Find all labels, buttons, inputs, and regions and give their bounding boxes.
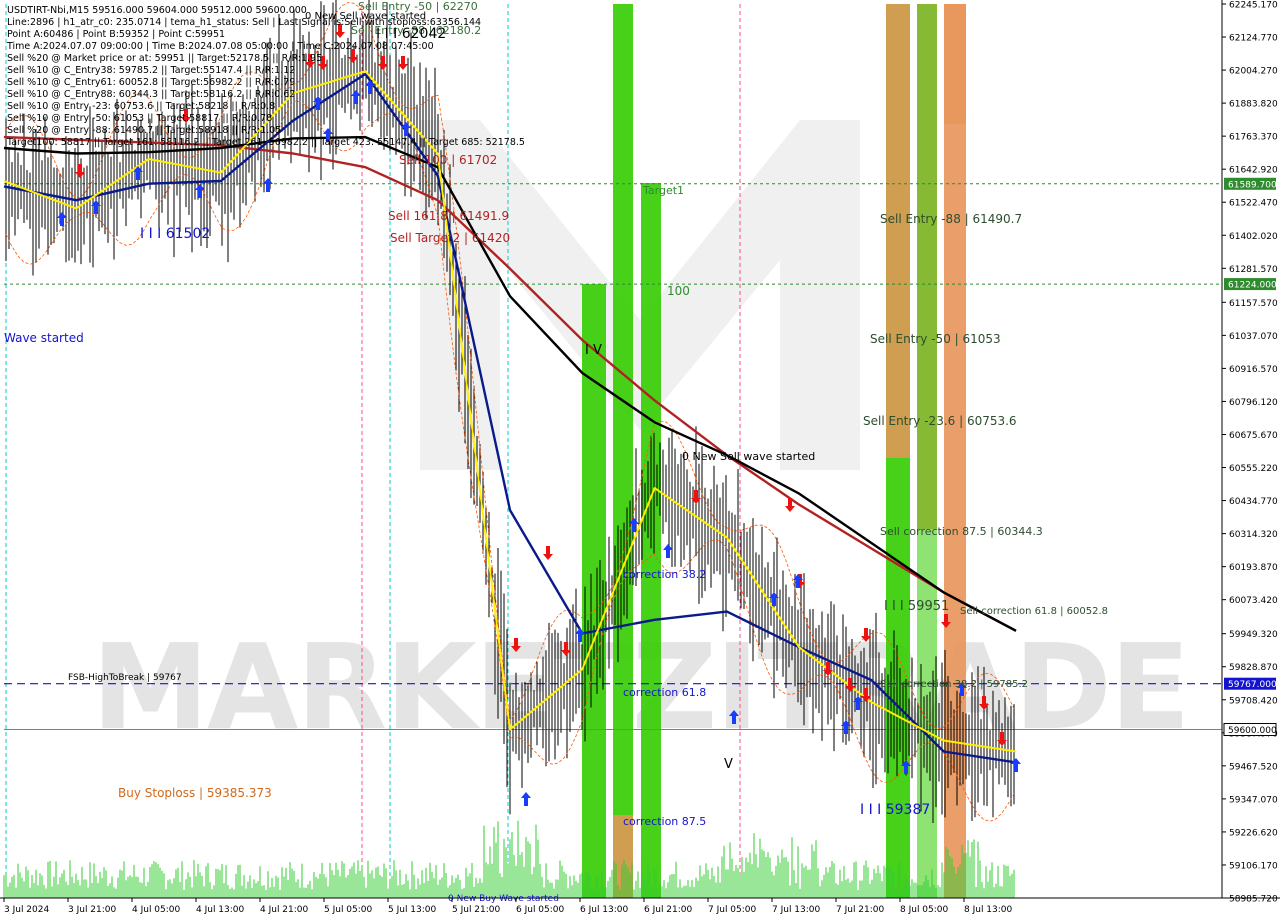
y-tick-label: 62124.770 bbox=[1229, 34, 1278, 44]
x-tick-label: 3 Jul 2024 bbox=[4, 905, 49, 915]
info-line: Target100: 58817 || Target 161: 58116.2 … bbox=[6, 137, 525, 148]
y-tick-label: 62245.170 bbox=[1229, 1, 1278, 11]
info-line: Sell %10 @ C_Entry61: 60052.8 || Target:… bbox=[7, 77, 295, 88]
y-tick-label: 61402.020 bbox=[1229, 232, 1278, 242]
chart-annotation: FSB-HighToBreak | 59767 bbox=[68, 673, 182, 683]
x-tick-label: 3 Jul 21:00 bbox=[68, 905, 117, 915]
y-tick-label: 59347.070 bbox=[1229, 795, 1278, 805]
y-tick-label: 60675.670 bbox=[1229, 431, 1278, 441]
y-tick-label: 62004.270 bbox=[1229, 67, 1278, 77]
y-tick-label: 61037.070 bbox=[1229, 332, 1278, 342]
chart-annotation: correction 61.8 bbox=[623, 686, 706, 699]
chart-annotation: Wave started bbox=[4, 331, 84, 345]
y-tick-label: 59949.320 bbox=[1229, 630, 1278, 640]
chart-annotation: Sell 100 | 61702 bbox=[399, 153, 497, 167]
x-tick-label: 5 Jul 13:00 bbox=[388, 905, 437, 915]
y-tick-label: 61281.570 bbox=[1229, 265, 1278, 275]
x-tick-label: 6 Jul 21:00 bbox=[644, 905, 693, 915]
chart-annotation: I I I 59387 bbox=[860, 802, 930, 818]
chart-annotation: I I I 61502 bbox=[140, 226, 210, 242]
chart-annotation: Sell correction 87.5 | 60344.3 bbox=[880, 525, 1043, 538]
x-tick-label: 6 Jul 13:00 bbox=[580, 905, 629, 915]
x-tick-label: 5 Jul 05:00 bbox=[324, 905, 373, 915]
chart-annotation: Sell correction 61.8 | 60052.8 bbox=[960, 606, 1108, 617]
info-line: Sell %10 @ C_Entry38: 59785.2 || Target:… bbox=[7, 65, 295, 76]
y-tick-label: 60434.770 bbox=[1229, 497, 1278, 507]
chart-annotation: correction 87.5 bbox=[623, 815, 706, 828]
info-line: Sell %20 @ Market price or at: 59951 || … bbox=[7, 53, 322, 64]
trading-chart: MARKETZITRADE 0 New Sell wave started Sel… bbox=[0, 0, 1280, 920]
chart-annotation: Sell 161.8 | 61491.9 bbox=[388, 209, 509, 223]
y-tick-label: 60314.320 bbox=[1229, 530, 1278, 540]
y-tick-label: 59708.420 bbox=[1229, 696, 1278, 706]
chart-annotation: Sell Entry -50 | 62270 bbox=[358, 0, 478, 13]
y-tick-label: 61642.920 bbox=[1229, 166, 1278, 176]
y-tick-label: 59828.870 bbox=[1229, 663, 1278, 673]
chart-annotation: Sell correction 38.2 | 59785.2 bbox=[880, 679, 1028, 690]
x-tick-label: 4 Jul 05:00 bbox=[132, 905, 181, 915]
chart-canvas: MARKETZITRADE 0 New Sell wave startedSel… bbox=[0, 0, 1280, 920]
chart-annotation: 0 New Buy Wave started bbox=[448, 894, 559, 904]
zone-bar bbox=[613, 4, 633, 898]
chart-annotation: Sell Target2 | 61420 bbox=[390, 231, 510, 245]
info-line: USDTIRT-Nbi,M15 59516.000 59604.000 5951… bbox=[7, 5, 307, 16]
y-tick-label: 59467.520 bbox=[1229, 762, 1278, 772]
x-tick-label: 8 Jul 05:00 bbox=[900, 905, 949, 915]
chart-annotation: I I I 62042 bbox=[376, 26, 446, 42]
price-tag-label: 59600.000 bbox=[1228, 726, 1277, 736]
chart-annotation: I V bbox=[585, 343, 602, 358]
y-tick-label: 61522.470 bbox=[1229, 199, 1278, 209]
chart-annotation: Buy Stoploss | 59385.373 bbox=[118, 786, 272, 800]
chart-annotation: I I I 59951 bbox=[884, 599, 949, 614]
chart-annotation: 0 New Sell wave started bbox=[682, 450, 815, 463]
info-line: Line:2896 | h1_atr_c0: 235.0714 | tema_h… bbox=[7, 17, 481, 28]
chart-annotation: 100 bbox=[667, 284, 690, 298]
price-tag-label: 59767.000 bbox=[1228, 680, 1277, 690]
x-tick-label: 7 Jul 05:00 bbox=[708, 905, 757, 915]
chart-annotation: correction 38.2 bbox=[623, 568, 706, 581]
chart-annotation: Sell Entry -50 | 61053 bbox=[870, 332, 1001, 346]
chart-annotation: V bbox=[724, 757, 733, 772]
x-tick-label: 4 Jul 13:00 bbox=[196, 905, 245, 915]
y-tick-label: 59226.620 bbox=[1229, 828, 1278, 838]
y-tick-label: 61883.820 bbox=[1229, 100, 1278, 110]
x-tick-label: 6 Jul 05:00 bbox=[516, 905, 565, 915]
zone-overlay bbox=[886, 4, 910, 458]
x-tick-label: 7 Jul 21:00 bbox=[836, 905, 885, 915]
chart-annotation: Target1 bbox=[642, 184, 684, 197]
y-tick-label: 58985.720 bbox=[1229, 895, 1278, 905]
y-tick-label: 60916.570 bbox=[1229, 365, 1278, 375]
y-tick-label: 61763.370 bbox=[1229, 133, 1278, 143]
info-line: Time A:2024.07.07 09:00:00 | Time B:2024… bbox=[6, 41, 434, 52]
y-tick-label: 60073.420 bbox=[1229, 596, 1278, 606]
info-line: Sell %20 @ Entry -88: 61490.7 || Target:… bbox=[7, 125, 281, 136]
x-tick-label: 4 Jul 21:00 bbox=[260, 905, 309, 915]
price-tag-label: 61589.700 bbox=[1228, 180, 1277, 190]
x-tick-label: 5 Jul 21:00 bbox=[452, 905, 501, 915]
x-tick-label: 7 Jul 13:00 bbox=[772, 905, 821, 915]
info-line: Sell %10 @ C_Entry88: 60344.3 || Target:… bbox=[7, 89, 295, 100]
zone-overlay bbox=[944, 4, 966, 124]
y-tick-label: 60555.220 bbox=[1229, 464, 1278, 474]
info-line: Point A:60486 | Point B:59352 | Point C:… bbox=[7, 29, 225, 40]
x-tick-label: 8 Jul 13:00 bbox=[964, 905, 1013, 915]
chart-annotation: Sell Entry -88 | 61490.7 bbox=[880, 212, 1022, 226]
info-line: Sell %10 @ Entry -23: 60753.6 || Target:… bbox=[7, 101, 275, 112]
y-tick-label: 60796.120 bbox=[1229, 398, 1278, 408]
y-tick-label: 61157.570 bbox=[1229, 299, 1278, 309]
y-tick-label: 59106.170 bbox=[1229, 861, 1278, 871]
chart-annotation: Sell Entry -23.6 | 60753.6 bbox=[863, 414, 1017, 428]
price-tag-label: 61224.000 bbox=[1228, 281, 1277, 291]
info-line: Sell %10 @ Entry -50: 61053 || Target:58… bbox=[7, 113, 272, 124]
y-tick-label: 60193.870 bbox=[1229, 563, 1278, 573]
